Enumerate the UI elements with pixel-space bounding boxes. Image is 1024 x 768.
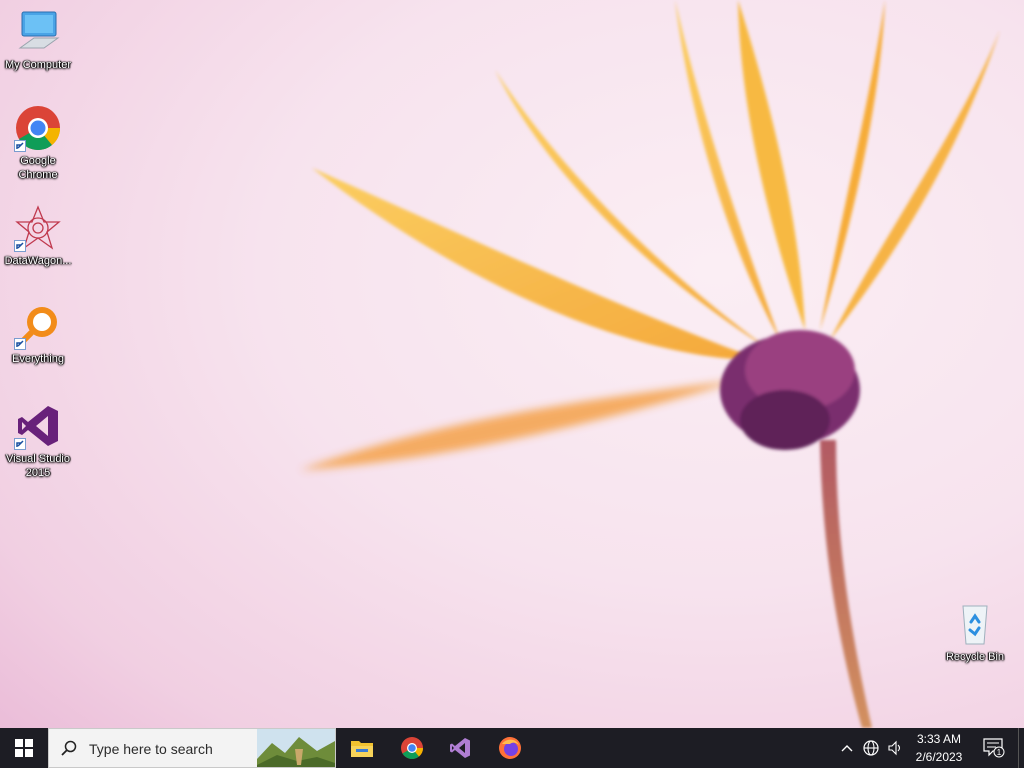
file-explorer-icon [351,741,373,757]
network-tray-button[interactable] [860,728,882,768]
desktop-icon-my-computer[interactable]: My Computer [0,8,76,72]
search-placeholder: Type here to search [89,741,213,757]
volume-tray-button[interactable] [884,728,906,768]
desktop-icon-google-chrome[interactable]: Google Chrome [0,104,76,182]
network-globe-icon [863,740,879,756]
desktop-icon-datawagon[interactable]: DataWagon... [0,204,76,268]
clock-time: 3:33 AM [916,732,962,746]
clock-date: 2/6/2023 [915,750,963,764]
search-icon [61,740,77,756]
desktop-icon-label: Recycle Bin [945,651,1005,663]
taskbar-firefox[interactable] [486,728,534,768]
desktop-icon-everything[interactable]: Everything [0,302,76,366]
desktop-icon-recycle-bin[interactable]: Recycle Bin [937,600,1013,664]
wallpaper-flower [300,0,1000,728]
desktop-icon-label: My Computer [4,59,72,71]
taskbar-file-explorer[interactable] [338,728,386,768]
chevron-up-icon [841,745,853,752]
taskbar-google-chrome[interactable] [388,728,436,768]
shortcut-arrow-icon [14,438,26,450]
recycle-bin-icon [951,600,999,648]
datawagon-icon [14,204,62,252]
shortcut-arrow-icon [14,240,26,252]
everything-search-icon [14,302,62,350]
action-center-button[interactable]: 1 [976,728,1012,768]
taskbar-search-box[interactable]: Type here to search [48,728,336,768]
desktop-icon-label: Everything [12,353,64,365]
chrome-icon [401,737,423,759]
desktop-icon-label: DataWagon... [4,255,72,267]
notification-count-badge: 1 [997,748,1002,757]
desktop-icon-label: Google Chrome [18,155,58,181]
show-desktop-button[interactable] [1018,728,1024,768]
chrome-icon [14,104,62,152]
taskbar: Type here to search 3:33 AM 2/6/2023 1 [0,728,1024,768]
search-highlight-landscape-icon [257,729,335,767]
desktop-icon-label: Visual Studio 2015 [5,453,70,479]
notification-icon: 1 [983,738,1005,758]
visual-studio-icon [14,402,62,450]
show-hidden-icons-button[interactable] [836,728,858,768]
computer-icon [14,8,62,56]
shortcut-arrow-icon [14,140,26,152]
visual-studio-icon [450,738,470,758]
start-button[interactable] [0,728,48,768]
taskbar-clock[interactable]: 3:33 AM 2/6/2023 [906,730,972,766]
firefox-icon [499,737,521,759]
taskbar-visual-studio[interactable] [436,728,484,768]
desktop-icon-visual-studio[interactable]: Visual Studio 2015 [0,402,76,480]
windows-logo-icon [15,739,33,757]
shortcut-arrow-icon [14,338,26,350]
speaker-icon [888,740,901,756]
